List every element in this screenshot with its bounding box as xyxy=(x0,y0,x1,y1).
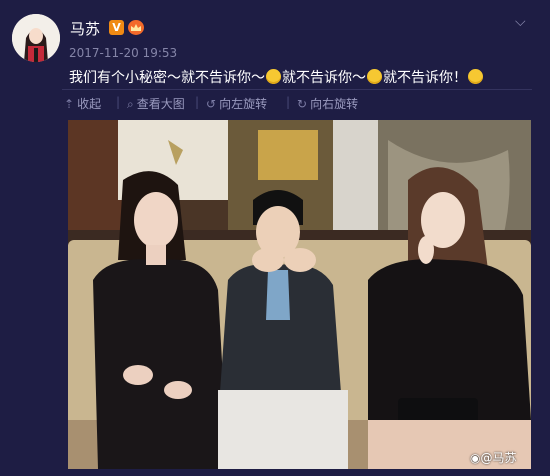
post-text: 我们有个小秘密～就不告诉你～ 就不告诉你～ 就不告诉你！ xyxy=(69,67,484,87)
magnify-icon: ⌕ xyxy=(127,97,134,111)
username[interactable]: 马苏 xyxy=(70,18,100,39)
avatar-illustration xyxy=(12,14,60,62)
view-large-button[interactable]: ⌕ 查看大图 xyxy=(127,95,185,112)
chevron-down-icon[interactable]: ⌵ xyxy=(515,14,526,30)
post-photo[interactable] xyxy=(68,120,531,469)
rotate-right-icon: ↻ xyxy=(297,97,308,111)
weibo-logo-icon: ◉ xyxy=(470,451,481,465)
watermark-text: @马苏 xyxy=(480,451,517,465)
rotate-right-button[interactable]: ↻ 向右旋转 xyxy=(297,95,358,112)
watermark: ◉@马苏 xyxy=(470,449,517,466)
post-timestamp[interactable]: 2017-11-20 19:53 xyxy=(69,46,177,60)
view-large-label: 查看大图 xyxy=(136,97,185,111)
photo-illustration xyxy=(68,120,531,469)
weibo-post: 马苏 V ⌵ 2017-11-20 19:53 我们有个小秘密～就不告诉你～ 就不… xyxy=(0,0,550,476)
post-text-part-2: 就不告诉你～ xyxy=(282,70,366,86)
rotate-left-button[interactable]: ↺ 向左旋转 xyxy=(206,95,267,112)
rotate-left-icon: ↺ xyxy=(206,97,217,111)
post-text-part-3: 就不告诉你！ xyxy=(383,70,467,86)
rotate-left-label: 向左旋转 xyxy=(219,97,268,111)
squint-emoji-icon xyxy=(266,69,281,84)
toolbar-separator: | xyxy=(195,95,200,109)
divider xyxy=(62,89,532,90)
post-text-part-1: 我们有个小秘密～就不告诉你～ xyxy=(69,70,265,86)
member-crown-icon xyxy=(128,20,144,35)
toolbar-separator: | xyxy=(116,95,121,109)
rotate-right-label: 向右旋转 xyxy=(310,97,359,111)
collapse-arrow-icon: ⇡ xyxy=(64,97,75,111)
smile-emoji-icon xyxy=(367,69,382,84)
avatar[interactable] xyxy=(12,14,60,62)
collect-button[interactable]: ⇡ 收起 xyxy=(64,95,101,112)
grin-emoji-icon xyxy=(468,69,483,84)
toolbar-separator: | xyxy=(286,95,291,109)
collect-label: 收起 xyxy=(77,97,102,111)
verified-badge: V xyxy=(109,20,124,35)
